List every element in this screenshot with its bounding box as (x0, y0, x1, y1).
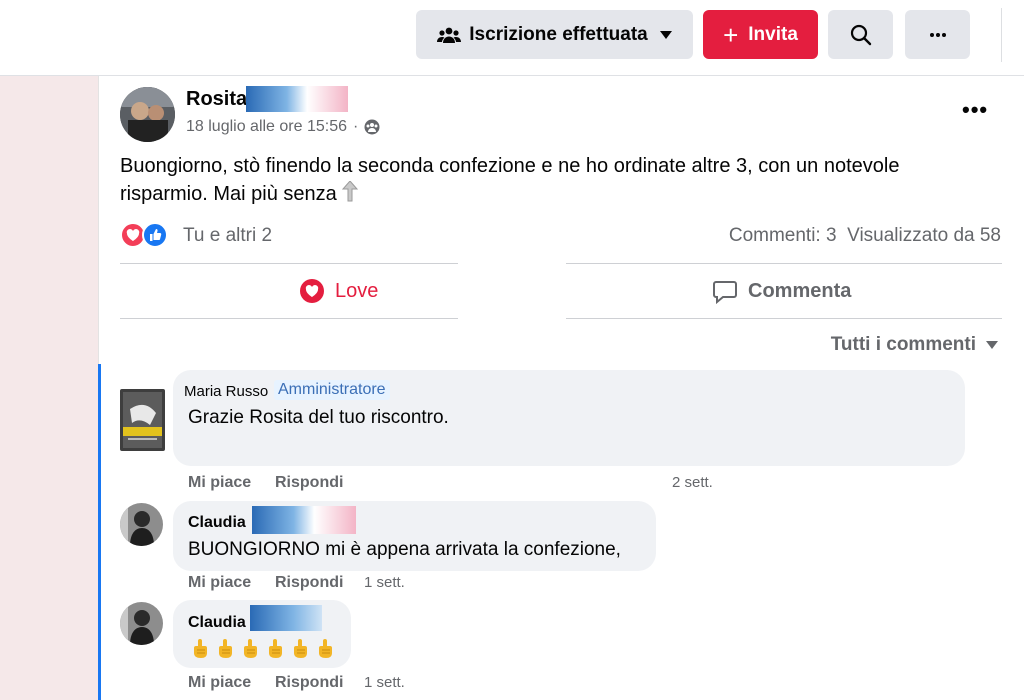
post-text: Buongiorno, stò finendo la seconda confe… (120, 152, 980, 211)
pointing-up-hand-icon (194, 639, 207, 658)
like-reaction-icon (142, 222, 168, 248)
meta-separator: · (353, 118, 359, 135)
author-name-redaction (246, 86, 348, 112)
post-meta: 18 luglio alle ore 15:56 · (186, 118, 380, 136)
search-icon (850, 24, 872, 46)
author-avatar[interactable] (120, 87, 175, 142)
pointing-up-hand-icon (294, 639, 307, 658)
comment-author-redaction (250, 605, 322, 631)
pointing-up-hand-icon (269, 639, 282, 658)
comment-time[interactable]: 1 sett. (364, 674, 405, 691)
comment-label: Commenta (748, 279, 852, 302)
love-button[interactable]: Love (299, 278, 378, 304)
love-label: Love (335, 279, 379, 302)
caret-down-icon (986, 341, 998, 349)
group-icon (364, 119, 380, 135)
action-divider-top-right (566, 263, 1002, 264)
comment-icon (712, 278, 738, 304)
action-divider-bottom-right (566, 318, 1002, 319)
post-date[interactable]: 18 luglio alle ore 15:56 (186, 118, 347, 136)
post-body: Buongiorno, stò finendo la seconda confe… (120, 155, 900, 205)
comment-author-redaction (252, 506, 356, 534)
invite-button[interactable]: + Invita (703, 10, 818, 59)
more-horizontal-icon (929, 32, 947, 38)
comment-author[interactable]: Claudia (188, 614, 246, 632)
comment-like-button[interactable]: Mi piace (188, 574, 251, 592)
invite-label: Invita (748, 23, 798, 45)
author-name[interactable]: Rosita (186, 88, 247, 111)
action-divider-top-left (120, 263, 458, 264)
members-icon (437, 26, 462, 44)
reaction-count[interactable]: Tu e altri 2 (183, 225, 272, 247)
reaction-icons[interactable] (120, 222, 168, 248)
group-header-bar: Iscrizione effettuata + Invita (0, 0, 1024, 76)
views-count[interactable]: Visualizzato da 58 (847, 225, 1001, 246)
comment-reply-button[interactable]: Rispondi (275, 674, 343, 692)
comment-author[interactable]: Claudia (188, 514, 246, 532)
action-divider-bottom-left (120, 318, 458, 319)
search-button[interactable] (828, 10, 893, 59)
post-stats: Commenti: 3 Visualizzato da 58 (729, 225, 1001, 247)
comment-author[interactable]: Maria Russo (184, 383, 268, 400)
up-arrow-emoji-icon (342, 180, 359, 211)
pointing-up-hand-icon (219, 639, 232, 658)
plus-icon: + (723, 19, 739, 50)
post-options-icon[interactable]: ••• (962, 97, 988, 123)
comment-thread-line (98, 364, 101, 700)
caret-down-icon (659, 30, 672, 39)
more-button[interactable] (905, 10, 970, 59)
comment-avatar[interactable] (120, 389, 165, 451)
comment-sort-dropdown[interactable]: Tutti i commenti (831, 334, 998, 356)
comment-text: BUONGIORNO mi è appena arrivata la confe… (188, 539, 621, 560)
comment-button[interactable]: Commenta (712, 278, 851, 304)
comment-like-button[interactable]: Mi piace (188, 674, 251, 692)
comment-text: Grazie Rosita del tuo riscontro. (188, 407, 449, 428)
admin-badge: Amministratore (274, 380, 390, 400)
comment-avatar[interactable] (120, 503, 163, 546)
comment-avatar[interactable] (120, 602, 163, 645)
thumbs-up-emoji-row (191, 638, 335, 659)
left-background-panel (0, 76, 98, 700)
comments-count[interactable]: Commenti: 3 (729, 225, 837, 246)
joined-label: Iscrizione effettuata (469, 23, 648, 45)
joined-button[interactable]: Iscrizione effettuata (416, 10, 693, 59)
pointing-up-hand-icon (244, 639, 257, 658)
sort-label: Tutti i commenti (830, 334, 976, 355)
pointing-up-hand-icon (319, 639, 332, 658)
comment-time[interactable]: 2 sett. (672, 474, 713, 491)
comment-like-button[interactable]: Mi piace (188, 474, 251, 492)
comment-time[interactable]: 1 sett. (364, 574, 405, 591)
comment-reply-button[interactable]: Rispondi (275, 474, 343, 492)
header-divider (1001, 8, 1002, 62)
heart-icon (299, 278, 325, 304)
comment-reply-button[interactable]: Rispondi (275, 574, 343, 592)
